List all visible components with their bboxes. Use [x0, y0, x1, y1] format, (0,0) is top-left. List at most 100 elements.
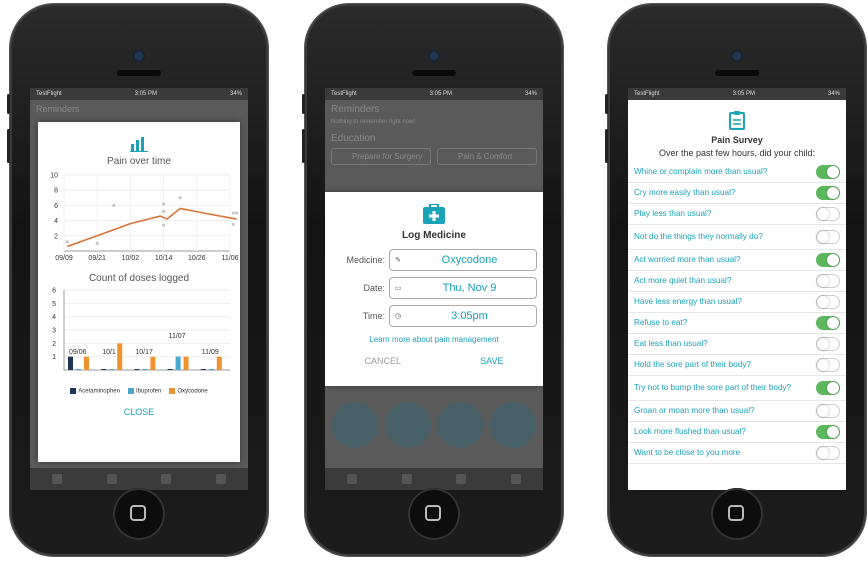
survey-question-row: Refuse to eat?	[628, 313, 846, 334]
date-field[interactable]: ▭ Thu, Nov 9	[389, 277, 537, 299]
toggle-knob	[827, 426, 839, 438]
survey-question-row: Act more quiet than usual?	[628, 271, 846, 292]
x-tick-label: 10/02	[122, 255, 140, 262]
survey-question-row: Have less energy than usual?	[628, 292, 846, 313]
toggle-knob	[817, 338, 829, 350]
home-button[interactable]	[113, 488, 165, 540]
survey-toggle[interactable]	[816, 295, 840, 309]
close-button[interactable]: CLOSE	[38, 407, 240, 417]
survey-question-text: Act worried more than usual?	[634, 255, 741, 264]
home-icon[interactable]	[347, 474, 358, 484]
survey-toggle[interactable]	[816, 316, 840, 330]
home-icon[interactable]	[52, 474, 63, 484]
modal-title: Log Medicine	[402, 230, 466, 241]
phone-2: TestFlight 3:05 PM 34% Reminders Nothing…	[302, 4, 563, 556]
dose-bar	[109, 369, 115, 370]
prepare-surgery-button[interactable]: Prepare for Surgery	[331, 148, 431, 165]
survey-question-row: Hold the sore part of their body?	[628, 355, 846, 376]
survey-question-row: Whine or complain more than usual?	[628, 162, 846, 183]
dose-legend: Acetaminophen Ibuprofen Oxycodone	[38, 388, 240, 395]
phone-3: TestFlight 3:05 PM 34% Pain Survey Over …	[605, 4, 866, 556]
toggle-knob	[827, 382, 839, 394]
clock: 3:05 PM	[134, 91, 158, 97]
pain-point	[231, 222, 235, 226]
y-tick-label: 1	[52, 354, 56, 361]
calendar-icon[interactable]	[401, 474, 412, 484]
toggle-knob	[827, 254, 839, 266]
bg-reminders-sub: Nothing to remember right now!	[331, 119, 416, 125]
toggle-knob	[817, 359, 829, 371]
camera	[133, 50, 145, 62]
toggle-knob	[817, 208, 829, 220]
y-tick-label: 5	[52, 301, 56, 308]
save-button[interactable]: SAVE	[480, 356, 503, 366]
dose-chart-title: Count of doses logged	[88, 273, 190, 284]
learn-more-link[interactable]: Learn more about pain management	[325, 335, 543, 344]
battery: 34%	[229, 91, 242, 97]
carrier: TestFlight	[634, 91, 660, 97]
survey-toggle[interactable]	[816, 230, 840, 244]
cancel-button[interactable]: CANCEL	[365, 356, 402, 366]
y-tick-label: 10	[50, 173, 58, 180]
side-button	[302, 94, 305, 114]
camera	[731, 50, 743, 62]
clock: 3:05 PM	[429, 91, 453, 97]
bg-reminders: Reminders	[331, 104, 380, 115]
dose-bar	[84, 356, 89, 370]
toggle-knob	[817, 405, 829, 417]
toggle-knob	[817, 231, 829, 243]
home-button[interactable]	[711, 488, 763, 540]
calendar-icon[interactable]	[106, 474, 117, 484]
survey-toggle[interactable]	[816, 186, 840, 200]
pain-comfort-button[interactable]: Pain & Comfort	[437, 148, 537, 165]
chart-modal: Pain over time 2 4 6 8 10 09/09 09/21 10/02 10/1…	[38, 122, 240, 462]
survey-toggle[interactable]	[816, 274, 840, 288]
survey-toggle[interactable]	[816, 446, 840, 460]
y-tick-label: 8	[54, 188, 58, 195]
gear-icon[interactable]	[510, 474, 521, 484]
survey-question-text: Not do the things they normally do?	[634, 232, 763, 241]
date-label: Date:	[363, 283, 385, 293]
toggle-knob	[827, 317, 839, 329]
phone-icon[interactable]	[456, 474, 467, 484]
survey-question-text: Look more flushed than usual?	[634, 427, 746, 436]
survey-toggle[interactable]	[816, 165, 840, 179]
dose-bar	[68, 356, 73, 370]
survey-toggle[interactable]	[816, 253, 840, 267]
medicine-row: Medicine: ✎ Oxycodone	[331, 249, 537, 271]
dose-bar	[142, 369, 148, 370]
home-button[interactable]	[408, 488, 460, 540]
pain-trend-line	[67, 207, 237, 248]
time-field[interactable]: ◷ 3:05pm	[389, 305, 537, 327]
pain-point	[112, 203, 116, 207]
survey-toggle[interactable]	[816, 207, 840, 221]
survey-toggle[interactable]	[816, 358, 840, 372]
time-label: Time:	[362, 311, 385, 321]
clipboard-icon	[729, 111, 745, 130]
bar-date-label: 11/07	[169, 333, 186, 340]
phone-icon[interactable]	[161, 474, 172, 484]
legend-item: Acetaminophen	[70, 388, 120, 395]
medicine-field[interactable]: ✎ Oxycodone	[389, 249, 537, 271]
bar-chart-icon	[130, 137, 148, 152]
camera	[428, 50, 440, 62]
dose-bar	[117, 343, 123, 370]
survey-toggle[interactable]	[816, 404, 840, 418]
y-tick-label: 4	[52, 314, 56, 321]
pain-point	[65, 240, 69, 244]
medical-kit-icon	[423, 204, 445, 224]
survey-question-text: Cry more easily than usual?	[634, 188, 736, 197]
y-tick-label: 6	[52, 288, 56, 295]
toggle-knob	[817, 296, 829, 308]
gear-icon[interactable]	[215, 474, 226, 484]
survey-question-text: Refuse to eat?	[634, 318, 688, 327]
pain-point	[178, 196, 182, 200]
y-tick-label: 2	[54, 233, 58, 240]
modal-actions: CANCEL SAVE	[325, 356, 543, 366]
survey-question-text: Try not to bump the sore part of their b…	[634, 383, 792, 392]
y-tick-label: 4	[54, 218, 58, 225]
survey-toggle[interactable]	[816, 381, 840, 395]
survey-question-text: Act more quiet than usual?	[634, 276, 732, 285]
survey-toggle[interactable]	[816, 337, 840, 351]
survey-toggle[interactable]	[816, 425, 840, 439]
